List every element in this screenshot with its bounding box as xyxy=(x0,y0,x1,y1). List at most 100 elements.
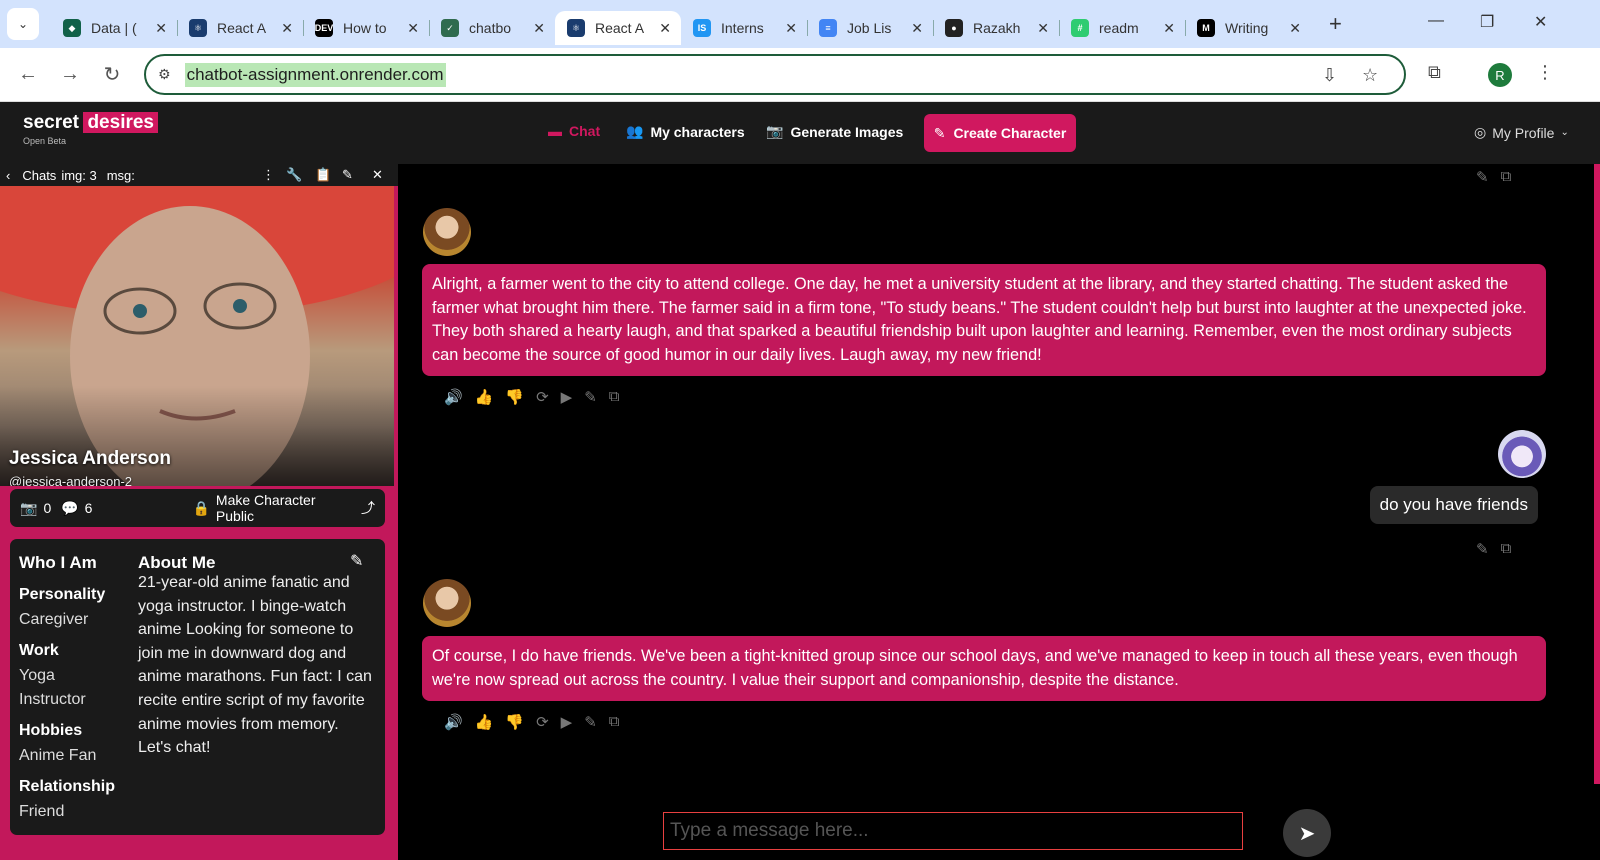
tab-title: How to xyxy=(343,20,387,36)
tab-title: Job Lis xyxy=(847,20,892,36)
thumbs-up-icon[interactable]: 👍 xyxy=(475,713,494,731)
speaker-icon[interactable]: 🔊 xyxy=(444,713,463,731)
character-handle: @jessica-anderson-2 xyxy=(9,474,133,486)
tab-favicon-icon: # xyxy=(1071,19,1089,37)
users-icon: 👥 xyxy=(626,123,644,139)
chats-label[interactable]: Chats xyxy=(22,168,56,183)
chevron-left-icon[interactable]: ‹ xyxy=(6,168,10,183)
tab-favicon-icon: ◆ xyxy=(63,19,81,37)
tab-close-icon[interactable]: ✕ xyxy=(281,20,293,37)
browser-tab[interactable]: ≡ Job Lis ✕ xyxy=(807,11,933,45)
message-input[interactable]: Type a message here... xyxy=(663,812,1243,850)
character-name: Jessica Anderson xyxy=(9,448,171,469)
edit-icon[interactable]: ✎ xyxy=(584,713,597,731)
wrench-icon[interactable]: 🔧 xyxy=(286,167,302,183)
copy-icon[interactable]: ⧉ xyxy=(1501,540,1512,558)
personality-value: Caregiver xyxy=(19,611,89,628)
browser-tab[interactable]: ⚛ React A ✕ xyxy=(177,11,303,45)
clipboard-icon[interactable]: 📋 xyxy=(315,167,331,183)
browser-menu-icon[interactable]: ⋮ xyxy=(1536,62,1554,83)
browser-tab[interactable]: ◆ Data | (✕ xyxy=(51,11,177,45)
forward-icon[interactable]: → xyxy=(56,63,84,86)
relationship-value: Friend xyxy=(19,803,65,820)
send-button[interactable]: ➤ xyxy=(1283,809,1331,857)
site-settings-icon[interactable]: ⚙ xyxy=(158,66,171,83)
install-app-icon[interactable]: ⇩ xyxy=(1322,65,1337,86)
browser-tab[interactable]: M Writing ✕ xyxy=(1185,11,1311,45)
character-info-card: Who I Am About Me ✎ Personality Caregive… xyxy=(10,539,385,835)
tab-close-icon[interactable]: ✕ xyxy=(155,20,167,37)
chat-bubble-icon: ▬ xyxy=(548,123,562,139)
create-character-label: Create Character xyxy=(953,125,1067,141)
tab-close-icon[interactable]: ✕ xyxy=(533,20,545,37)
more-vertical-icon[interactable]: ⋮ xyxy=(262,167,275,183)
tab-close-icon[interactable]: ✕ xyxy=(911,20,923,37)
reload-icon[interactable]: ↻ xyxy=(98,62,126,87)
nav-my-characters[interactable]: 👥 My characters xyxy=(626,123,745,140)
regenerate-icon[interactable]: ⟳ xyxy=(536,388,549,406)
ai-message-bubble: Of course, I do have friends. We've been… xyxy=(422,636,1546,702)
edit-icon[interactable]: ✎ xyxy=(1476,168,1489,186)
close-window-button[interactable]: ✕ xyxy=(1534,12,1547,32)
speaker-icon[interactable]: 🔊 xyxy=(444,388,463,406)
copy-icon[interactable]: ⧉ xyxy=(609,388,620,406)
share-icon[interactable]: ⤴ xyxy=(361,498,375,518)
copy-icon[interactable]: ⧉ xyxy=(1501,168,1512,186)
browser-tab[interactable]: IS Interns ✕ xyxy=(681,11,807,45)
back-icon[interactable]: ← xyxy=(14,63,42,86)
minimize-button[interactable]: — xyxy=(1428,12,1444,30)
portrait-illustration xyxy=(0,186,394,486)
browser-tab[interactable]: # readm ✕ xyxy=(1059,11,1185,45)
thumbs-down-icon[interactable]: 👎 xyxy=(505,713,524,731)
nav-chat[interactable]: ▬ Chat xyxy=(548,123,600,139)
tab-search-button[interactable]: ⌄ xyxy=(7,8,39,40)
tab-close-icon[interactable]: ✕ xyxy=(659,20,671,37)
tab-close-icon[interactable]: ✕ xyxy=(407,20,419,37)
tab-favicon-icon: DEV xyxy=(315,19,333,37)
bookmark-star-icon[interactable]: ☆ xyxy=(1362,65,1378,86)
nav-generate-images[interactable]: 📷 Generate Images xyxy=(766,123,903,140)
edit-icon[interactable]: ✎ xyxy=(584,388,597,406)
browser-tab[interactable]: ✓ chatbo ✕ xyxy=(429,11,555,45)
browser-profile-avatar[interactable]: R xyxy=(1488,63,1512,87)
photo-count: 0 xyxy=(43,500,52,516)
new-tab-button[interactable]: + xyxy=(1329,11,1342,37)
tab-close-icon[interactable]: ✕ xyxy=(785,20,797,37)
restore-button[interactable]: ❐ xyxy=(1480,12,1494,32)
tab-favicon-icon: ⚛ xyxy=(189,19,207,37)
thumbs-up-icon[interactable]: 👍 xyxy=(475,388,494,406)
tab-close-icon[interactable]: ✕ xyxy=(1163,20,1175,37)
play-icon[interactable]: ▶ xyxy=(561,713,573,731)
tab-close-icon[interactable]: ✕ xyxy=(1289,20,1301,37)
tab-close-icon[interactable]: ✕ xyxy=(1037,20,1049,37)
img-count-label: img: 3 xyxy=(61,167,97,183)
make-public-button[interactable]: Make Character Public xyxy=(216,492,355,524)
my-profile-menu[interactable]: ◎ My Profile ⌄ xyxy=(1474,124,1569,141)
tab-favicon-icon: ✓ xyxy=(441,19,459,37)
tab-favicon-icon: ≡ xyxy=(819,19,837,37)
edit-about-icon[interactable]: ✎ xyxy=(350,551,363,571)
tab-title: Interns xyxy=(721,20,764,36)
chat-scrollbar[interactable] xyxy=(1594,164,1600,784)
extensions-icon[interactable]: ⧉ xyxy=(1428,62,1441,83)
copy-icon[interactable]: ⧉ xyxy=(609,713,620,731)
thumbs-down-icon[interactable]: 👎 xyxy=(505,388,524,406)
logo-word-desires: desires xyxy=(83,112,158,133)
browser-tab[interactable]: ⚛ React A ✕ xyxy=(555,11,681,45)
address-bar[interactable]: ⚙ chatbot-assignment.onrender.com ⇩ ☆ xyxy=(144,54,1406,95)
site-logo[interactable]: secret desires Open Beta xyxy=(23,112,158,146)
browser-tab[interactable]: ● Razakh ✕ xyxy=(933,11,1059,45)
edit-icon[interactable]: ✎ xyxy=(342,167,353,183)
tab-title: Razakh xyxy=(973,20,1021,36)
message-input-placeholder: Type a message here... xyxy=(670,820,869,841)
regenerate-icon[interactable]: ⟳ xyxy=(536,713,549,731)
brush-icon: ✎ xyxy=(933,124,946,141)
edit-icon[interactable]: ✎ xyxy=(1476,540,1489,558)
close-icon[interactable]: ✕ xyxy=(372,167,383,183)
url-text[interactable]: chatbot-assignment.onrender.com xyxy=(184,62,446,87)
play-icon[interactable]: ▶ xyxy=(561,388,573,406)
tab-list: ◆ Data | (✕ ⚛ React A ✕ DEV How to ✕ ✓ chatbo ✕ ⚛ Re… xyxy=(51,3,1311,45)
browser-tab[interactable]: DEV How to ✕ xyxy=(303,11,429,45)
create-character-button[interactable]: ✎ Create Character xyxy=(924,114,1076,152)
hobbies-value: Anime Fan xyxy=(19,747,97,764)
